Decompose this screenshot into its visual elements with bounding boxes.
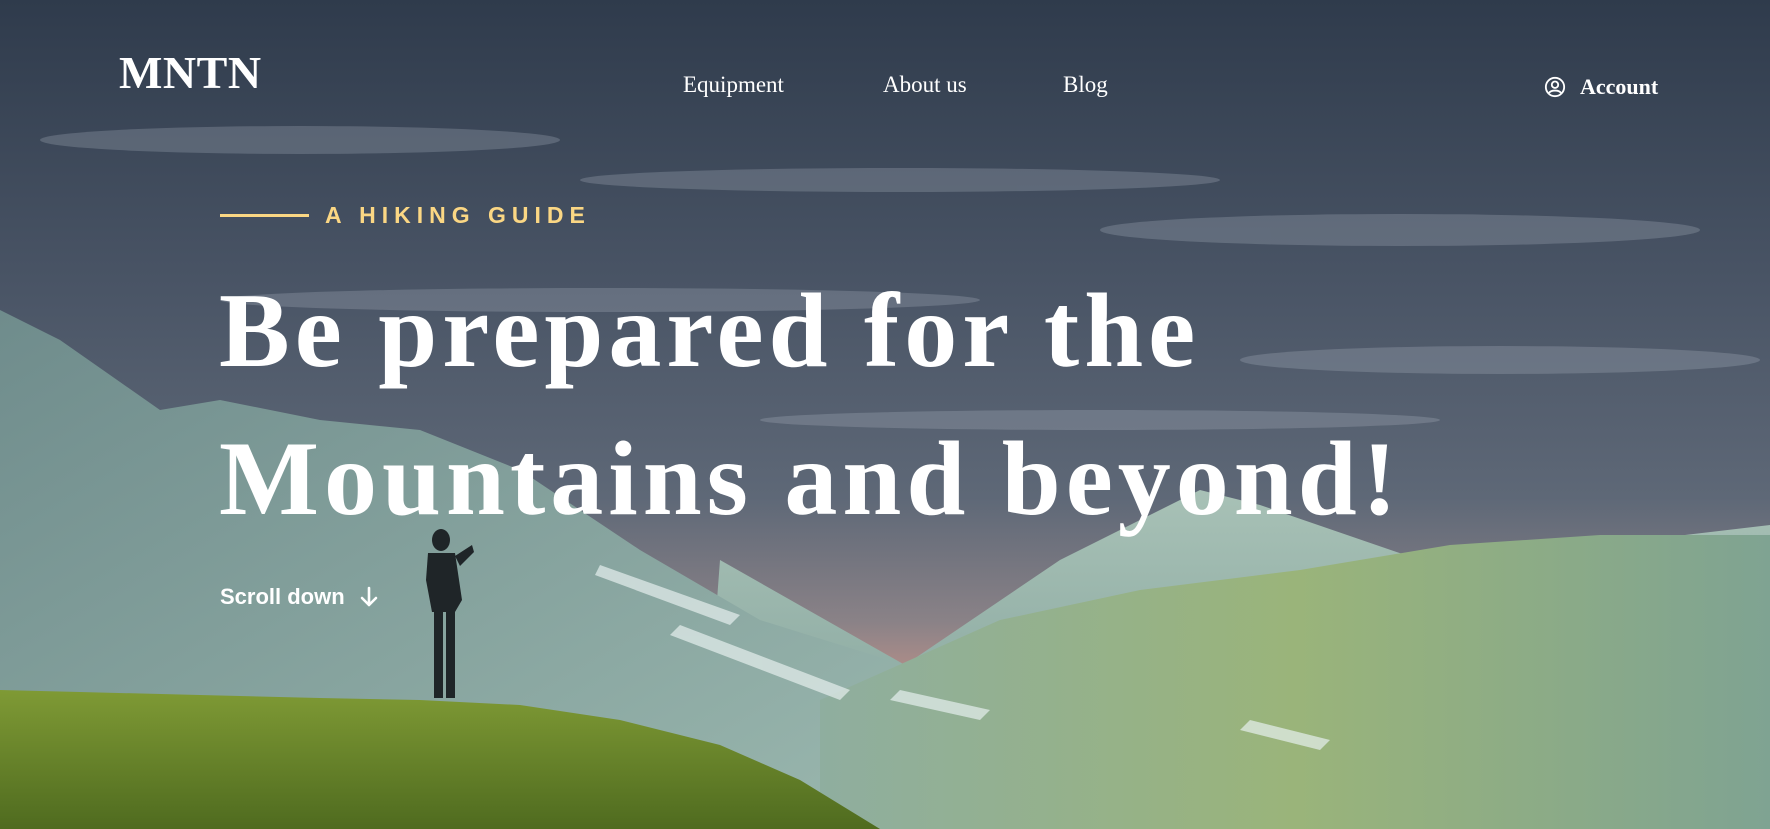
eyebrow-rule	[220, 214, 309, 217]
hero-eyebrow: A HIKING GUIDE	[220, 202, 591, 229]
scroll-down-label: Scroll down	[220, 584, 345, 609]
nav-link-about-us[interactable]: About us	[883, 72, 967, 98]
brand-logo[interactable]: MNTN	[119, 46, 262, 99]
user-circle-icon	[1544, 76, 1566, 98]
account-label: Account	[1580, 74, 1659, 99]
eyebrow-text: A HIKING GUIDE	[325, 202, 591, 228]
account-button[interactable]: Account	[1544, 74, 1658, 100]
hero-section: MNTN Equipment About us Blog Account A H…	[0, 0, 1770, 829]
scroll-down-link[interactable]: Scroll down	[220, 584, 379, 610]
hero-headline: Be prepared for the Mountains and beyond…	[219, 257, 1719, 553]
headline-line-1: Be prepared for the	[219, 272, 1201, 389]
nav-link-blog[interactable]: Blog	[1063, 72, 1108, 98]
nav-link-equipment[interactable]: Equipment	[683, 72, 784, 98]
headline-line-2: Mountains and beyond!	[219, 420, 1403, 537]
top-navigation: MNTN Equipment About us Blog Account	[0, 0, 1770, 140]
arrow-down-icon	[360, 586, 377, 607]
